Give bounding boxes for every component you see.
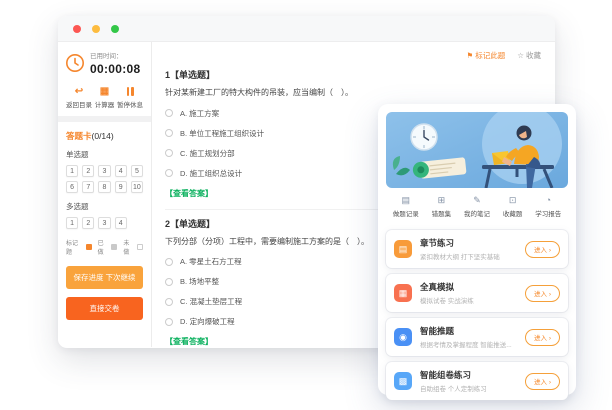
wrong-set-icon: ⊞ xyxy=(425,195,458,206)
favorites-icon: ⊡ xyxy=(496,195,529,206)
question-title: 1【单选题】 xyxy=(165,68,541,81)
question-number-cell[interactable]: 1 xyxy=(66,165,78,177)
radio-icon[interactable] xyxy=(165,109,173,117)
mark-question-button[interactable]: ⚑标记此题 xyxy=(467,50,506,61)
clock-icon xyxy=(65,53,85,73)
answer-card-title: 答题卡 xyxy=(66,131,92,141)
question-number-cell[interactable]: 10 xyxy=(131,181,143,193)
menu-item-favorites[interactable]: ⊡ 收藏题 xyxy=(496,195,529,218)
window-titlebar xyxy=(58,16,555,42)
question-number-cell[interactable]: 9 xyxy=(115,181,127,193)
menu-item-report[interactable]: ◔ 学习报告 xyxy=(532,195,565,218)
chapter-practice-icon: ▤ xyxy=(394,240,412,258)
radio-icon[interactable] xyxy=(165,169,173,177)
radio-icon[interactable] xyxy=(165,258,173,266)
report-icon: ◔ xyxy=(532,195,565,206)
star-icon: ☆ xyxy=(517,51,524,60)
question-number-cell[interactable]: 4 xyxy=(115,165,127,177)
timer-value: 00:00:08 xyxy=(90,62,140,76)
question-number-cell[interactable]: 8 xyxy=(98,181,110,193)
legend-marked-swatch xyxy=(86,244,92,250)
multi-choice-number-grid: 1 2 3 4 xyxy=(66,217,143,229)
legend-undone-swatch xyxy=(137,244,143,250)
question-number-cell[interactable]: 2 xyxy=(82,165,94,177)
enter-button[interactable]: 进入 › xyxy=(525,373,560,390)
practice-card: ▤ 做题记录 ⊞ 错题集 ✎ 我的笔记 ⊡ 收藏题 ◔ 学习报告 ▤ xyxy=(378,104,576,395)
menu-item-notes[interactable]: ✎ 我的笔记 xyxy=(460,195,493,218)
study-illustration xyxy=(386,112,568,188)
exam-sidebar: 已用时间： 00:00:08 ↩ 返回目录 ▦ 计算器 xyxy=(58,42,151,347)
smart-paper-icon: ▩ xyxy=(394,372,412,390)
flag-icon: ⚑ xyxy=(467,51,474,60)
list-item-chapter-practice[interactable]: ▤ 章节练习 紧扣教材大纲 打下坚实基础 进入 › xyxy=(386,230,568,268)
menu-item-wrong-set[interactable]: ⊞ 错题集 xyxy=(425,195,458,218)
traffic-light-close[interactable] xyxy=(73,25,81,33)
pause-icon xyxy=(127,86,134,97)
traffic-light-zoom[interactable] xyxy=(111,25,119,33)
back-icon: ↩ xyxy=(75,86,83,97)
enter-button[interactable]: 进入 › xyxy=(525,329,560,346)
calculator-icon: ▦ xyxy=(100,86,109,97)
menu-item-record[interactable]: ▤ 做题记录 xyxy=(389,195,422,218)
notes-icon: ✎ xyxy=(460,195,493,206)
smart-push-icon: ◉ xyxy=(394,328,412,346)
question-number-cell[interactable]: 3 xyxy=(98,165,110,177)
radio-icon[interactable] xyxy=(165,149,173,157)
radio-icon[interactable] xyxy=(165,318,173,326)
list-item-full-simulation[interactable]: ▦ 全真模拟 模拟试卷 实战演练 进入 › xyxy=(386,274,568,312)
legend-done-swatch xyxy=(111,244,117,250)
question-number-cell[interactable]: 4 xyxy=(115,217,127,229)
submit-paper-button[interactable]: 直接交卷 xyxy=(66,297,143,320)
full-simulation-icon: ▦ xyxy=(394,284,412,302)
page: 已用时间： 00:00:08 ↩ 返回目录 ▦ 计算器 xyxy=(0,0,612,410)
record-icon: ▤ xyxy=(389,195,422,206)
pause-rest-button[interactable]: 暂停休息 xyxy=(117,86,143,109)
practice-menu: ▤ 做题记录 ⊞ 错题集 ✎ 我的笔记 ⊡ 收藏题 ◔ 学习报告 xyxy=(386,188,568,224)
radio-icon[interactable] xyxy=(165,129,173,137)
traffic-light-minimize[interactable] xyxy=(92,25,100,33)
question-number-cell[interactable]: 6 xyxy=(66,181,78,193)
single-choice-number-grid: 1 2 3 4 5 6 7 8 9 10 xyxy=(66,165,143,193)
question-text: 针对某新建工厂的特大构件的吊装，应当编制（ ）。 xyxy=(165,87,541,99)
list-item-smart-push[interactable]: ◉ 智能推题 根据考情及掌握程度 智能推送... 进入 › xyxy=(386,318,568,356)
save-progress-button[interactable]: 保存进度 下次继续 xyxy=(66,266,143,289)
legend: 标记题 已做 未做 xyxy=(66,238,143,256)
question-number-cell[interactable]: 5 xyxy=(131,165,143,177)
question-number-cell[interactable]: 1 xyxy=(66,217,78,229)
question-number-cell[interactable]: 7 xyxy=(82,181,94,193)
multi-choice-section-label: 多选题 xyxy=(66,201,143,212)
answer-card: 答题卡(0/14) 单选题 1 2 3 4 5 6 7 8 9 10 xyxy=(58,122,151,347)
question-number-cell[interactable]: 2 xyxy=(82,217,94,229)
answer-card-progress: (0/14) xyxy=(92,131,114,141)
enter-button[interactable]: 进入 › xyxy=(525,285,560,302)
question-number-cell[interactable]: 3 xyxy=(98,217,110,229)
timer: 已用时间： 00:00:08 xyxy=(65,50,144,76)
favorite-question-button[interactable]: ☆收藏 xyxy=(517,50,541,61)
list-item-smart-paper-practice[interactable]: ▩ 智能组卷练习 自助组卷 个人定制练习 进入 › xyxy=(386,362,568,400)
radio-icon[interactable] xyxy=(165,298,173,306)
back-to-catalog-button[interactable]: ↩ 返回目录 xyxy=(66,86,92,109)
enter-button[interactable]: 进入 › xyxy=(525,241,560,258)
calculator-button[interactable]: ▦ 计算器 xyxy=(95,86,115,109)
timer-label: 已用时间： xyxy=(90,50,140,60)
radio-icon[interactable] xyxy=(165,278,173,286)
timer-tools-block: 已用时间： 00:00:08 ↩ 返回目录 ▦ 计算器 xyxy=(58,42,151,116)
single-choice-section-label: 单选题 xyxy=(66,149,143,160)
